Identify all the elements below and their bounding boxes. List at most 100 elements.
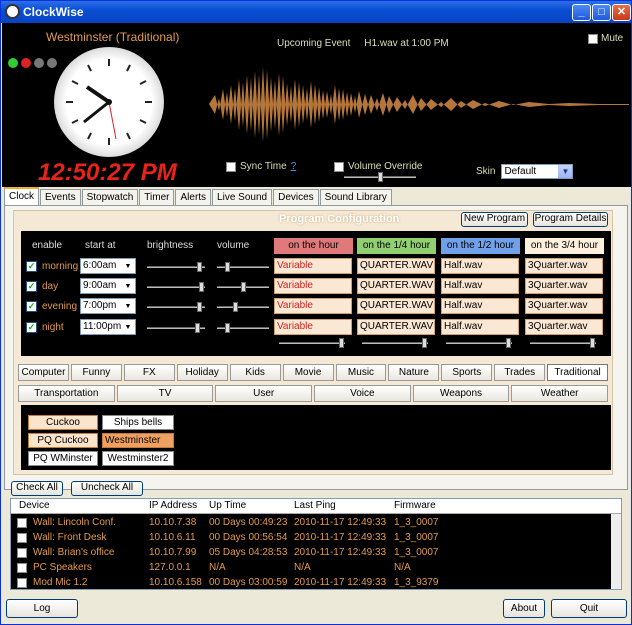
hour-sound-cell[interactable]: Variable — [274, 278, 352, 294]
category-tab[interactable]: Weapons — [412, 385, 510, 402]
device-checkbox[interactable] — [17, 563, 27, 573]
chevron-down-icon[interactable]: ▼ — [122, 260, 134, 272]
sound-item[interactable]: PQ WMinster — [28, 451, 98, 466]
quarter-volume-slider[interactable] — [362, 338, 428, 348]
quarter-sound-cell[interactable]: QUARTER.WAV — [357, 319, 435, 335]
table-row[interactable]: Wall: Front Desk 10.10.6.11 00 Days 00:5… — [11, 531, 611, 546]
chevron-down-icon[interactable]: ▼ — [122, 300, 134, 312]
category-tab[interactable]: Computer — [18, 364, 69, 381]
device-checkbox[interactable] — [17, 548, 27, 558]
sound-item[interactable]: PQ Cuckoo — [28, 433, 98, 448]
sync-time-checkbox[interactable] — [226, 161, 236, 172]
category-tab[interactable]: FX — [123, 364, 175, 381]
sync-help-link[interactable]: ? — [291, 161, 297, 172]
category-tab[interactable]: Kids — [229, 364, 281, 381]
category-tab[interactable]: Music — [335, 364, 387, 381]
tab-sound-library[interactable]: Sound Library — [319, 189, 392, 205]
check-icon[interactable]: ✓ — [26, 301, 37, 312]
lastping-column-header[interactable]: Last Ping — [294, 500, 336, 511]
category-tab[interactable]: Voice — [314, 385, 411, 402]
hour-sound-cell[interactable]: Variable — [274, 298, 352, 314]
hour-volume-slider[interactable] — [279, 338, 345, 348]
start-time-select[interactable]: 9:00am ▼ — [80, 278, 136, 294]
check-icon[interactable]: ✓ — [26, 281, 37, 292]
volume-override[interactable]: Volume Override — [334, 161, 422, 172]
mute-toggle[interactable]: Mute — [588, 33, 623, 44]
threequarter-sound-cell[interactable]: 3Quarter.wav — [525, 258, 603, 274]
category-tab[interactable]: TV — [116, 385, 214, 402]
close-button[interactable]: ✕ — [612, 4, 631, 21]
device-checkbox[interactable] — [17, 533, 27, 543]
sound-item[interactable]: Cuckoo — [28, 415, 98, 430]
sound-item-selected[interactable]: Westminster — [102, 433, 174, 448]
category-tab[interactable]: Weather — [511, 385, 609, 402]
threequarter-sound-cell[interactable]: 3Quarter.wav — [525, 319, 603, 335]
hour-sound-cell[interactable]: Variable — [274, 319, 352, 335]
about-button[interactable]: About — [503, 599, 545, 618]
start-time-select[interactable]: 7:00pm ▼ — [80, 298, 136, 314]
category-tab[interactable]: Funny — [70, 364, 122, 381]
half-sound-cell[interactable]: Half.wav — [441, 319, 519, 335]
row-evening[interactable]: ✓ evening — [26, 301, 77, 312]
device-list-scrollbar[interactable] — [611, 514, 621, 589]
tab-events[interactable]: Events — [40, 189, 81, 205]
half-volume-slider[interactable] — [446, 338, 512, 348]
device-checkbox[interactable] — [17, 578, 27, 588]
category-tab[interactable]: Holiday — [176, 364, 228, 381]
tab-stopwatch[interactable]: Stopwatch — [81, 189, 139, 205]
quarter-sound-cell[interactable]: QUARTER.WAV — [357, 258, 435, 274]
threequarter-sound-cell[interactable]: 3Quarter.wav — [525, 278, 603, 294]
volume-slider[interactable] — [217, 302, 269, 312]
tab-timer[interactable]: Timer — [139, 189, 175, 205]
check-icon[interactable]: ✓ — [26, 322, 37, 333]
category-tab[interactable]: Trades — [494, 364, 546, 381]
quit-button[interactable]: Quit — [551, 599, 627, 618]
threequarter-sound-cell[interactable]: 3Quarter.wav — [525, 298, 603, 314]
row-day[interactable]: ✓ day — [26, 281, 58, 292]
volume-override-checkbox[interactable] — [334, 161, 344, 172]
category-tab[interactable]: Nature — [388, 364, 440, 381]
program-details-button[interactable]: Program Details — [533, 212, 608, 227]
mute-checkbox[interactable] — [588, 33, 598, 44]
start-time-select[interactable]: 11:00pm ▼ — [80, 319, 136, 335]
check-icon[interactable]: ✓ — [26, 261, 37, 272]
volume-slider[interactable] — [217, 282, 269, 292]
volume-slider[interactable] — [217, 323, 269, 333]
volume-slider[interactable] — [217, 262, 269, 272]
table-row[interactable]: PC Speakers 127.0.0.1 N/A N/A N/A — [11, 561, 611, 576]
row-morning[interactable]: ✓ morning — [26, 261, 78, 272]
category-tab[interactable]: User — [215, 385, 313, 402]
check-all-button[interactable]: Check All — [11, 481, 63, 496]
device-column-header[interactable]: Device — [19, 500, 50, 511]
half-sound-cell[interactable]: Half.wav — [441, 278, 519, 294]
half-sound-cell[interactable]: Half.wav — [441, 298, 519, 314]
log-button[interactable]: Log — [6, 599, 78, 618]
category-tab[interactable]: Transportation — [18, 385, 115, 402]
threequarter-volume-slider[interactable] — [530, 338, 596, 348]
brightness-slider[interactable] — [147, 262, 205, 272]
skin-selector[interactable]: Skin Default ▼ — [476, 164, 574, 179]
skin-dropdown[interactable]: Default ▼ — [501, 164, 574, 179]
half-sound-cell[interactable]: Half.wav — [441, 258, 519, 274]
sync-time[interactable]: Sync Time ? — [226, 161, 296, 172]
chevron-down-icon[interactable]: ▼ — [558, 165, 573, 178]
tab-clock[interactable]: Clock — [4, 187, 40, 205]
sound-item[interactable]: Westminster2 — [102, 451, 174, 466]
quarter-sound-cell[interactable]: QUARTER.WAV — [357, 278, 435, 294]
ip-column-header[interactable]: IP Address — [149, 500, 197, 511]
uptime-column-header[interactable]: Up Time — [209, 500, 246, 511]
table-row[interactable]: Wall: Lincoln Conf. 10.10.7.38 00 Days 0… — [11, 516, 611, 531]
sound-item[interactable]: Ships bells — [102, 415, 174, 430]
quarter-sound-cell[interactable]: QUARTER.WAV — [357, 298, 435, 314]
uncheck-all-button[interactable]: Uncheck All — [71, 481, 143, 496]
firmware-column-header[interactable]: Firmware — [394, 500, 436, 511]
tab-alerts[interactable]: Alerts — [175, 189, 212, 205]
chevron-down-icon[interactable]: ▼ — [122, 280, 134, 292]
new-program-button[interactable]: New Program — [461, 212, 528, 227]
row-night[interactable]: ✓ night — [26, 322, 64, 333]
category-tab-selected[interactable]: Traditional — [547, 364, 608, 381]
minimize-button[interactable]: _ — [572, 4, 591, 21]
brightness-slider[interactable] — [147, 323, 205, 333]
volume-override-slider[interactable] — [344, 172, 416, 182]
tab-devices[interactable]: Devices — [273, 189, 319, 205]
